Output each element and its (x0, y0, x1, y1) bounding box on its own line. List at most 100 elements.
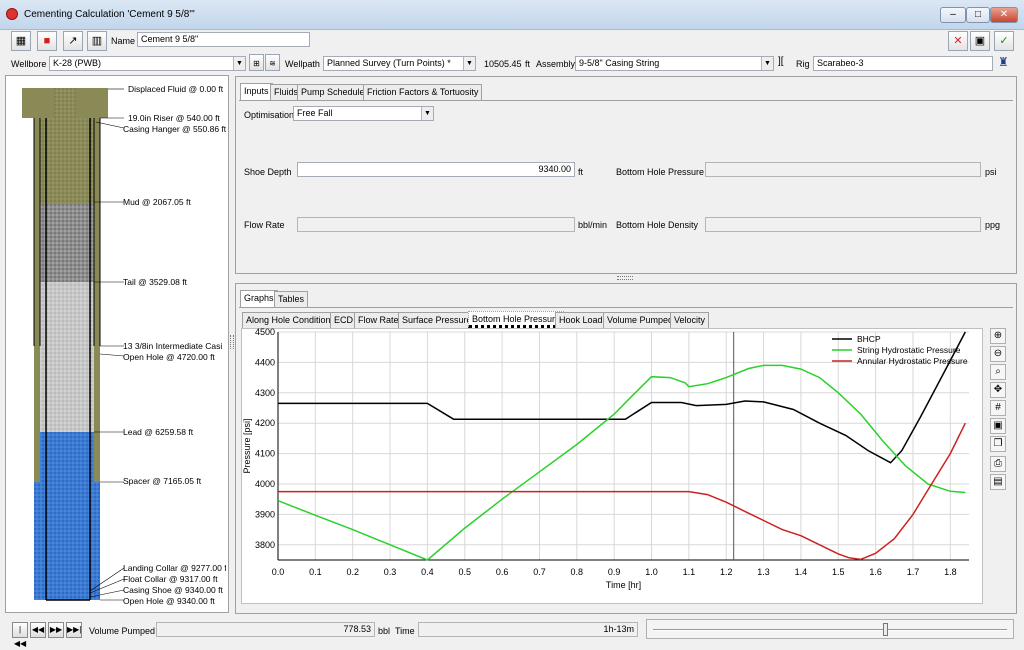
close-window-button[interactable]: ✕ (990, 7, 1018, 23)
name-input[interactable]: Cement 9 5/8" (137, 32, 310, 47)
tab-inputs[interactable]: Inputs (240, 83, 273, 100)
inputs-tab-body (239, 100, 1013, 101)
well-schematic-panel: Displaced Fluid @ 0.00 ft 19.0in Riser @… (5, 75, 229, 613)
shoe-depth-label: Shoe Depth (244, 167, 292, 177)
x-tick-label: 1.0 (645, 567, 658, 577)
wellbore-tool-icon[interactable]: ⊞ (249, 54, 264, 71)
time-label: Time (395, 626, 415, 636)
optimisation-value: Free Fall (297, 108, 333, 118)
slider-track (653, 629, 1007, 631)
assembly-select[interactable]: 9-5/8" Casing String ▼ (575, 56, 774, 71)
volume-pumped-field: 778.53 (156, 622, 375, 637)
save-graph-icon[interactable]: ▣ (990, 418, 1006, 434)
print-icon[interactable]: ⎙ (990, 456, 1006, 472)
wellbore-select[interactable]: K-28 (PWB) ▼ (49, 56, 246, 71)
wellpath-label: Wellpath (285, 59, 320, 69)
bhp-field (705, 162, 981, 177)
time-field: 1h-13m (418, 622, 638, 637)
last-icon[interactable]: ▶▶| (66, 622, 82, 638)
tab-friction-factors[interactable]: Friction Factors & Tortuosity (363, 84, 483, 100)
x-tick-label: 1.8 (944, 567, 957, 577)
optimisation-select[interactable]: Free Fall ▼ (293, 106, 434, 121)
well-label-intermediate-casing: 13 3/8in Intermediate Casi (123, 341, 223, 351)
splitter-handle[interactable] (230, 335, 234, 349)
ok-icon[interactable]: ✓ (994, 31, 1014, 51)
x-tick-label: 1.2 (720, 567, 733, 577)
bhd-label: Bottom Hole Density (616, 220, 699, 230)
x-tick-label: 0.8 (571, 567, 584, 577)
legend-icon[interactable]: ▤ (990, 474, 1006, 490)
rig-icon[interactable]: ♜ (998, 55, 1014, 71)
x-tick-label: 1.4 (795, 567, 808, 577)
inputs-panel: Inputs Fluids Pump Schedule Friction Fac… (235, 76, 1017, 274)
y-tick-label: 4500 (255, 327, 275, 337)
bhp-chart: 0.0 0.1 0.2 0.3 0.4 0.5 0.6 0.7 0.8 0.9 1.0 1.1 1.2 1… (242, 327, 969, 590)
optimisation-label: Optimisation (244, 110, 295, 120)
wellbore-value: K-28 (PWB) (53, 58, 102, 68)
legend-label-0: BHCP (857, 334, 881, 344)
chevron-down-icon[interactable]: ▼ (761, 57, 773, 70)
rig-input[interactable]: Scarabeo-3 (813, 56, 993, 71)
calculate-icon[interactable]: ▦ (11, 31, 31, 51)
previous-icon[interactable]: ◀◀ (30, 622, 46, 638)
save-icon[interactable]: ▣ (970, 31, 990, 51)
horizontal-splitter[interactable] (617, 276, 633, 280)
well-label-open-hole-1: Open Hole @ 4720.00 ft (123, 352, 215, 362)
x-tick-label: 0.3 (384, 567, 397, 577)
report-icon[interactable]: ▥ (87, 31, 107, 51)
volume-pumped-label: Volume Pumped (89, 626, 156, 636)
x-tick-label: 1.3 (757, 567, 770, 577)
well-label-open-hole-2: Open Hole @ 9340.00 ft (123, 596, 215, 606)
cement-icon[interactable]: ■ (37, 31, 57, 51)
zoom-fit-icon[interactable]: ⌕ (990, 364, 1006, 380)
y-axis-title: Pressure [psi] (242, 418, 252, 473)
chevron-down-icon[interactable]: ▼ (233, 57, 245, 70)
pan-icon[interactable]: ✥ (990, 382, 1006, 398)
copy-icon[interactable]: ❐ (990, 436, 1006, 452)
flow-rate-label: Flow Rate (244, 220, 285, 230)
wellpath-tool-icon[interactable]: ≋ (265, 54, 280, 71)
delete-icon[interactable]: ✕ (948, 31, 968, 51)
chevron-down-icon[interactable]: ▼ (421, 107, 433, 120)
well-label-landing-collar: Landing Collar @ 9277.00 ft (123, 563, 226, 573)
zoom-out-icon[interactable]: ⊖ (990, 346, 1006, 362)
x-tick-label: 0.0 (272, 567, 285, 577)
slider-thumb[interactable] (883, 623, 889, 636)
well-label-casing-hanger: Casing Hanger @ 550.86 ft (123, 124, 227, 134)
well-label-float-collar: Float Collar @ 9317.00 ft (123, 574, 218, 584)
volume-unit: bbl (378, 626, 391, 636)
wellbore-label: Wellbore (11, 59, 47, 69)
grid-icon[interactable]: # (990, 400, 1006, 416)
time-slider[interactable] (646, 619, 1014, 639)
flow-rate-field[interactable] (297, 217, 575, 232)
name-label: Name (111, 36, 136, 46)
wellpath-select[interactable]: Planned Survey (Turn Points) * ▼ (323, 56, 476, 71)
first-icon[interactable]: |◀◀ (12, 622, 28, 648)
y-tick-label: 3800 (255, 540, 275, 550)
tab-tables[interactable]: Tables (274, 291, 309, 307)
well-label-tail: Tail @ 3529.08 ft (123, 277, 187, 287)
shoe-depth-unit: ft (578, 167, 584, 177)
x-tick-label: 0.1 (309, 567, 322, 577)
x-tick-label: 1.6 (869, 567, 882, 577)
x-tick-label: 1.7 (907, 567, 920, 577)
assembly-value: 9-5/8" Casing String (579, 58, 660, 68)
shoe-depth-input[interactable]: 9340.00 (297, 162, 575, 177)
flow-rate-unit: bbl/min (578, 220, 608, 230)
tab-pump-schedule[interactable]: Pump Schedule (297, 84, 369, 100)
bhp-label: Bottom Hole Pressure (616, 167, 705, 177)
zoom-in-icon[interactable]: ⊕ (990, 328, 1006, 344)
export-icon[interactable]: ↗ (63, 31, 83, 51)
maximize-button[interactable]: □ (966, 7, 990, 23)
bhp-unit: psi (985, 167, 997, 177)
minimize-button[interactable]: – (940, 7, 966, 23)
x-axis-title: Time [hr] (606, 580, 641, 590)
tab-graphs[interactable]: Graphs (240, 290, 278, 307)
well-label-mud: Mud @ 2067.05 ft (123, 197, 191, 207)
assembly-tool-icon[interactable]: ][ (778, 56, 784, 67)
x-tick-label: 0.7 (533, 567, 546, 577)
well-label-casing-shoe: Casing Shoe @ 9340.00 ft (123, 585, 223, 595)
graphs-tab-line (239, 307, 1013, 308)
chevron-down-icon[interactable]: ▼ (463, 57, 475, 70)
next-icon[interactable]: ▶▶ (48, 622, 64, 638)
